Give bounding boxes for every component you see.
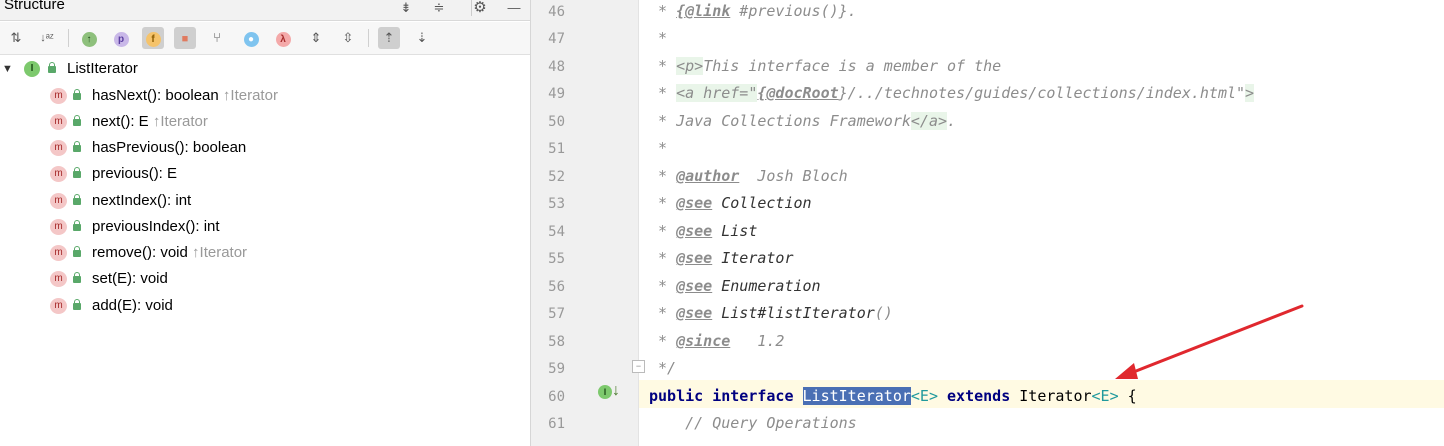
tree-item[interactable]: m add(E): void: [0, 293, 530, 319]
method-icon: m: [50, 88, 67, 104]
sort-alphabetically-icon[interactable]: ↓ᵃᶻ: [36, 27, 58, 49]
expand-all-icon[interactable]: ⇕: [305, 27, 327, 49]
method-name: previousIndex(): int: [92, 218, 220, 235]
tree-root-listiterator[interactable]: ▼ I ListIterator: [0, 56, 530, 82]
gear-icon[interactable]: ⚙: [469, 0, 491, 16]
method-name: next(): E: [92, 113, 149, 130]
collapse-panel-icon[interactable]: ≑: [428, 0, 450, 16]
show-inherited-icon[interactable]: ↑: [78, 27, 100, 49]
lock-icon: [73, 194, 81, 205]
lock-icon: [73, 246, 81, 257]
method-icon: m: [50, 219, 67, 235]
method-name: nextIndex(): int: [92, 192, 192, 209]
lock-icon: [73, 115, 81, 126]
sort-by-visibility-icon[interactable]: ⇅: [5, 27, 27, 49]
tree-item[interactable]: m set(E): void: [0, 266, 530, 292]
structure-toolbar: ⇅ ↓ᵃᶻ ↑ p f ■ ⑂ ● λ ⇕ ⇳ ⇡ ⇣: [0, 22, 530, 55]
method-icon: m: [50, 245, 67, 261]
method-icon: m: [50, 271, 67, 287]
method-name: hasPrevious(): boolean: [92, 139, 247, 156]
lock-icon: [73, 299, 81, 310]
tree-item[interactable]: m next(): E ↑Iterator: [0, 109, 530, 135]
red-annotation-arrow: [1115, 304, 1304, 379]
show-properties-icon[interactable]: p: [110, 27, 132, 49]
lock-icon: [48, 62, 56, 73]
autoscroll-to-source-icon[interactable]: ⇡: [378, 27, 400, 49]
method-name: add(E): void: [92, 297, 173, 314]
show-non-public-icon[interactable]: ■: [174, 27, 196, 49]
show-fields-icon[interactable]: f: [142, 27, 164, 49]
method-icon: m: [50, 166, 67, 182]
tree-item[interactable]: m nextIndex(): int: [0, 188, 530, 214]
chevron-down-icon[interactable]: ▼: [2, 56, 14, 82]
method-name: hasNext(): boolean: [92, 87, 219, 104]
method-icon: m: [50, 114, 67, 130]
lock-icon: [73, 141, 81, 152]
tree-item[interactable]: m remove(): void ↑Iterator: [0, 240, 530, 266]
expand-panel-icon[interactable]: ⇟: [395, 0, 417, 16]
toolbar-divider: [368, 29, 369, 47]
autoscroll-from-source-icon[interactable]: ⇣: [411, 27, 433, 49]
tree-item[interactable]: m hasNext(): boolean ↑Iterator: [0, 83, 530, 109]
structure-header: Structure ⇟ ≑ ⚙ —: [0, 0, 530, 21]
inherited-from: ↑Iterator: [192, 244, 248, 261]
inherited-from: ↑Iterator: [152, 113, 208, 130]
minimize-icon[interactable]: —: [503, 0, 525, 16]
interface-icon: I: [24, 61, 40, 77]
tree-item[interactable]: m previousIndex(): int: [0, 214, 530, 240]
lock-icon: [73, 220, 81, 231]
structure-panel: Structure ⇟ ≑ ⚙ — ⇅ ↓ᵃᶻ ↑ p f ■ ⑂ ● λ ⇕ …: [0, 0, 530, 446]
root-label: ListIterator: [67, 60, 138, 77]
lock-icon: [73, 167, 81, 178]
inherited-from: ↑Iterator: [222, 87, 278, 104]
method-name: remove(): void: [92, 244, 188, 261]
tree-item[interactable]: m hasPrevious(): boolean: [0, 135, 530, 161]
method-icon: m: [50, 193, 67, 209]
lambda-icon[interactable]: λ: [272, 27, 294, 49]
show-lambdas-icon[interactable]: ●: [240, 27, 262, 49]
toolbar-divider: [68, 29, 69, 47]
structure-title: Structure: [4, 0, 65, 13]
method-name: previous(): E: [92, 165, 178, 182]
lock-icon: [73, 89, 81, 100]
tree-item[interactable]: m previous(): E: [0, 161, 530, 187]
method-icon: m: [50, 140, 67, 156]
code-editor[interactable]: 46 47 48 49 50 51 52 53 54 55 56 57 58 5…: [530, 0, 1444, 446]
method-name: set(E): void: [92, 270, 168, 287]
collapse-all-icon[interactable]: ⇳: [337, 27, 359, 49]
show-anonymous-icon[interactable]: ⑂: [206, 27, 228, 49]
method-icon: m: [50, 298, 67, 314]
lock-icon: [73, 272, 81, 283]
